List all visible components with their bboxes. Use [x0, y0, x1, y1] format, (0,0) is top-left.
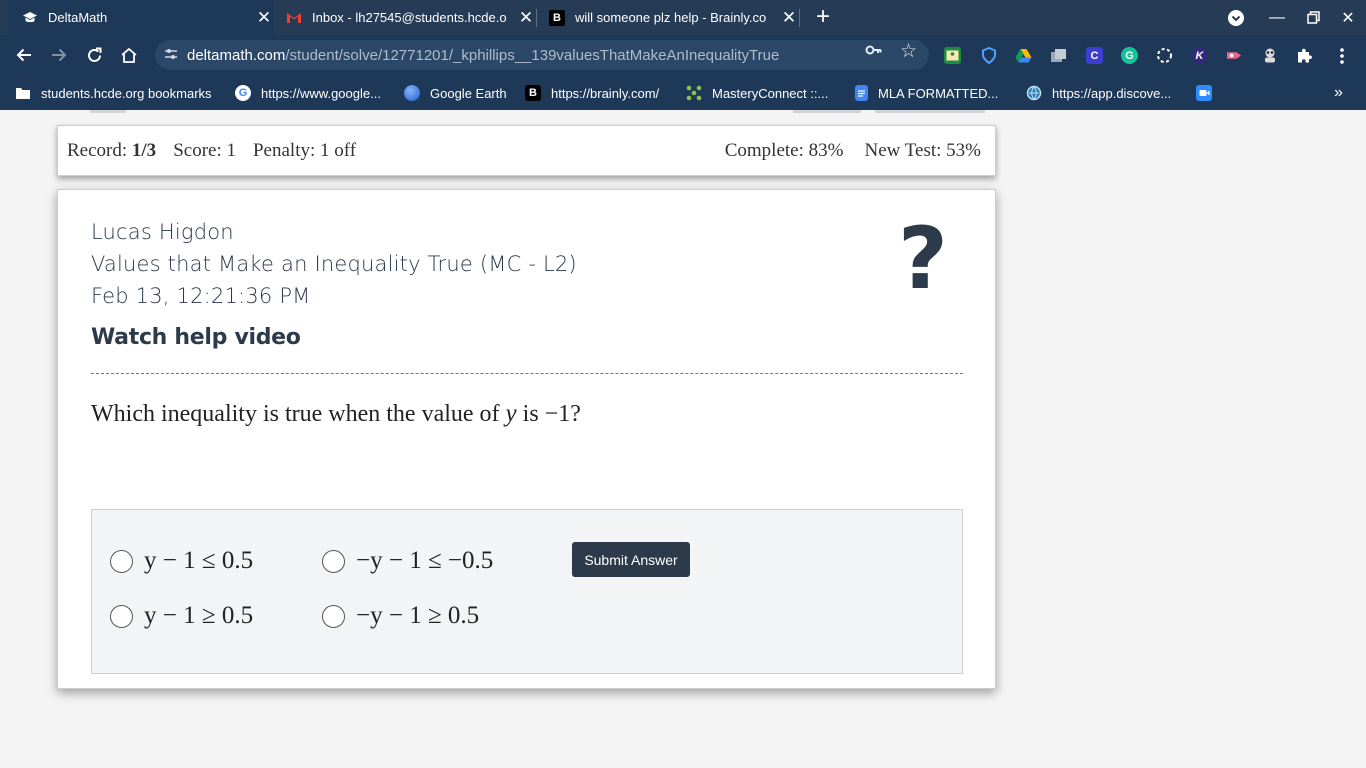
bookmark-label: https://www.google... — [261, 85, 381, 101]
site-info-icon[interactable] — [155, 48, 187, 63]
choice-b[interactable]: −y − 1 ≤ −0.5 — [322, 547, 493, 575]
discovery-icon — [1026, 85, 1042, 101]
key-icon[interactable] — [865, 42, 883, 63]
bookmark-discovery[interactable]: https://app.discove... — [1026, 83, 1171, 103]
k-extension-icon[interactable]: K — [1191, 47, 1208, 64]
address-bar[interactable]: deltamath.com/student/solve/12771201/_kp… — [155, 40, 929, 70]
new-test-stat: New Test: 53% — [864, 139, 981, 161]
choice-expression: −y − 1 ≥ 0.5 — [356, 602, 480, 629]
close-tab-icon[interactable]: ✕ — [779, 8, 799, 28]
extensions-puzzle-icon[interactable] — [1296, 47, 1313, 64]
reload-button[interactable] — [80, 41, 108, 69]
bookmark-label: Google Earth — [430, 85, 507, 101]
bookmark-label: students.hcde.org bookmarks — [41, 85, 212, 101]
bookmark-folder[interactable]: students.hcde.org bookmarks — [15, 83, 212, 103]
bot-extension-icon[interactable] — [1261, 47, 1278, 64]
screencastify-icon[interactable] — [1226, 47, 1243, 64]
choice-c[interactable]: y − 1 ≥ 0.5 — [110, 602, 253, 630]
files-extension-icon[interactable] — [1050, 47, 1067, 64]
radio-button[interactable] — [322, 604, 345, 628]
bookmark-masteryconnect[interactable]: MasteryConnect ::... — [686, 83, 828, 103]
browser-toolbar: deltamath.com/student/solve/12771201/_kp… — [0, 35, 1366, 75]
tab-search-button[interactable] — [1218, 0, 1254, 35]
tab-deltamath[interactable]: DeltaMath ✕ — [8, 0, 274, 35]
choice-a[interactable]: y − 1 ≤ 0.5 — [110, 547, 253, 575]
help-question-icon[interactable]: ? — [898, 216, 948, 302]
close-window-button[interactable]: ✕ — [1330, 0, 1366, 35]
page-content: Record: 1/3 Score: 1 Penalty: 1 off Comp… — [0, 110, 1366, 768]
tab-brainly[interactable]: B will someone plz help - Brainly.co ✕ — [537, 0, 799, 35]
back-button[interactable] — [10, 41, 38, 69]
bookmarks-bar: students.hcde.org bookmarks G https://ww… — [0, 75, 1366, 110]
graduation-cap-icon — [22, 10, 38, 26]
bookmark-label: MasteryConnect ::... — [712, 85, 829, 101]
score-stat: Score: 1 — [173, 139, 236, 161]
forward-button[interactable] — [45, 41, 73, 69]
complete-stat: Complete: 83% — [724, 139, 844, 161]
grammarly-icon[interactable]: G — [1121, 47, 1138, 64]
google-earth-icon — [404, 85, 420, 101]
menu-kebab-icon[interactable] — [1333, 47, 1350, 64]
google-icon: G — [235, 85, 251, 101]
classroom-extension-icon[interactable] — [944, 47, 961, 64]
bookmark-google-earth[interactable]: Google Earth — [404, 83, 507, 103]
minimize-button[interactable]: — — [1259, 0, 1295, 35]
radio-button[interactable] — [322, 549, 345, 573]
star-icon[interactable]: ☆ — [900, 40, 917, 63]
problem-card: Lucas Higdon Values that Make an Inequal… — [57, 189, 996, 689]
bookmark-zoom[interactable] — [1196, 83, 1222, 103]
timestamp: Feb 13, 12:21:36 PM — [91, 284, 311, 308]
bookmark-label: MLA FORMATTED... — [878, 85, 999, 101]
choice-expression: y − 1 ≥ 0.5 — [144, 602, 254, 629]
docs-icon — [855, 85, 868, 101]
video-camera-icon — [1196, 85, 1212, 101]
assignment-title: Values that Make an Inequality True (MC … — [91, 252, 577, 276]
choice-expression: −y − 1 ≤ −0.5 — [356, 547, 494, 574]
tab-strip: DeltaMath ✕ Inbox - lh27545@students.hcd… — [0, 0, 1366, 35]
close-tab-icon[interactable]: ✕ — [254, 8, 274, 28]
bookmark-brainly[interactable]: B https://brainly.com/ — [525, 83, 659, 103]
record-stat: Record: 1/3 — [67, 139, 157, 161]
student-name: Lucas Higdon — [91, 220, 234, 244]
home-button[interactable] — [115, 41, 143, 69]
question-text: Which inequality is true when the value … — [91, 400, 581, 427]
loading-extension-icon[interactable] — [1156, 47, 1173, 64]
tab-gmail[interactable]: Inbox - lh27545@students.hcde.o ✕ — [274, 0, 536, 35]
radio-button[interactable] — [110, 549, 133, 573]
radio-button[interactable] — [110, 604, 133, 628]
bookmark-google[interactable]: G https://www.google... — [235, 83, 381, 103]
tab-separator — [799, 9, 800, 27]
shield-extension-icon[interactable] — [980, 47, 997, 64]
choice-expression: y − 1 ≤ 0.5 — [144, 547, 254, 574]
scrolled-nav-edge — [793, 110, 861, 113]
answer-choices-panel: y − 1 ≤ 0.5 −y − 1 ≤ −0.5 y − 1 ≥ 0.5 −y… — [91, 509, 963, 674]
scrolled-nav-edge — [90, 110, 126, 113]
masteryconnect-icon — [686, 85, 702, 101]
bookmark-label: https://app.discove... — [1052, 85, 1172, 101]
divider — [91, 373, 963, 374]
url-text: deltamath.com/student/solve/12771201/_kp… — [187, 46, 780, 64]
google-drive-icon[interactable] — [1015, 47, 1032, 64]
record-bar: Record: 1/3 Score: 1 Penalty: 1 off Comp… — [57, 125, 996, 176]
more-bookmarks-button[interactable]: » — [1334, 83, 1343, 103]
bookmark-mla[interactable]: MLA FORMATTED... — [855, 83, 998, 103]
brainly-icon: B — [525, 85, 541, 101]
scrolled-nav-edge — [875, 110, 985, 113]
choice-d[interactable]: −y − 1 ≥ 0.5 — [322, 602, 479, 630]
gmail-icon — [286, 10, 302, 26]
tab-title: will someone plz help - Brainly.co — [575, 10, 767, 25]
submit-answer-button[interactable]: Submit Answer — [572, 542, 690, 577]
penalty-stat: Penalty: 1 off — [252, 139, 357, 161]
tab-title: DeltaMath — [48, 10, 108, 25]
bookmark-label: https://brainly.com/ — [551, 85, 660, 101]
restore-button[interactable] — [1295, 0, 1331, 35]
watch-help-video-link[interactable]: Watch help video — [91, 325, 301, 350]
folder-icon — [15, 85, 31, 101]
new-tab-button[interactable]: + — [810, 4, 836, 30]
close-tab-icon[interactable]: ✕ — [516, 8, 536, 28]
c-extension-icon[interactable]: C — [1086, 47, 1103, 64]
tab-title: Inbox - lh27545@students.hcde.o — [312, 10, 507, 25]
brainly-icon: B — [549, 9, 565, 26]
